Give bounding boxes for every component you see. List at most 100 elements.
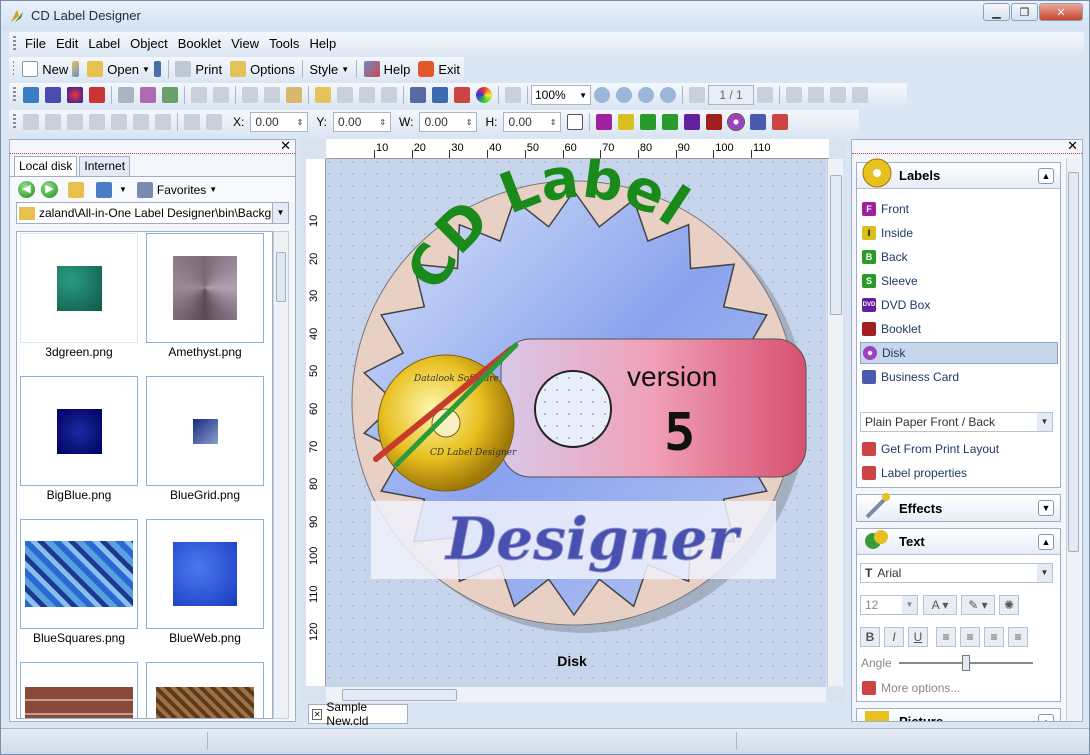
close-panel-icon[interactable]: ✕ xyxy=(280,138,291,154)
bold-button[interactable]: B xyxy=(860,627,880,647)
menu-edit[interactable]: Edit xyxy=(51,33,83,55)
rotate-left-icon[interactable] xyxy=(830,87,846,103)
disk-icon[interactable] xyxy=(727,113,746,131)
send-back-icon[interactable] xyxy=(206,114,222,130)
redo-icon[interactable] xyxy=(213,87,229,103)
tab-local-disk[interactable]: Local disk xyxy=(14,156,78,176)
chevron-up-icon[interactable]: ▲ xyxy=(1038,168,1054,184)
front-label-icon[interactable] xyxy=(596,114,613,130)
business-card-icon[interactable] xyxy=(750,114,767,130)
get-from-print-layout-link[interactable]: Get From Print Layout xyxy=(860,438,1058,460)
labels-header[interactable]: Labels ▲ xyxy=(857,158,1060,189)
ungroup-icon[interactable] xyxy=(337,87,353,103)
distribute-icon[interactable] xyxy=(155,114,171,130)
up-folder-icon[interactable] xyxy=(68,181,84,198)
menu-view[interactable]: View xyxy=(226,33,264,55)
menu-booklet[interactable]: Booklet xyxy=(173,33,226,55)
list-item[interactable] xyxy=(20,376,138,486)
highlight-color-button[interactable]: ✎ ▾ xyxy=(961,595,995,615)
justify-button[interactable]: ≡ xyxy=(1008,627,1028,647)
toolbar-grip[interactable] xyxy=(13,87,16,103)
scroll-thumb[interactable] xyxy=(1068,172,1079,552)
close-panel-icon[interactable]: ✕ xyxy=(1067,140,1078,154)
close-button[interactable]: ✕ xyxy=(1039,3,1083,21)
list-item[interactable] xyxy=(20,662,138,718)
zoom-select[interactable]: 100% ▼ xyxy=(531,85,591,105)
list-item[interactable] xyxy=(20,233,138,343)
label-page[interactable]: version 5 CD Label Designer Datalook Sof… xyxy=(326,146,826,686)
view-mode-icon[interactable] xyxy=(96,181,112,198)
minimize-button[interactable]: ▁ xyxy=(983,3,1010,21)
align-right-button[interactable]: ≡ xyxy=(984,627,1004,647)
font-select[interactable]: T Arial ▼ xyxy=(860,563,1053,583)
options-button[interactable]: Options xyxy=(226,58,299,80)
underline-button[interactable]: U xyxy=(908,627,928,647)
picture-header[interactable]: Picture ▲ xyxy=(857,709,1060,721)
paper-type-select[interactable]: Plain Paper Front / Back ▼ xyxy=(860,412,1053,432)
copy-icon[interactable] xyxy=(264,87,280,103)
align-left-icon[interactable] xyxy=(23,114,39,130)
chevron-down-icon[interactable]: ▼ xyxy=(1038,500,1054,516)
open-button[interactable]: Open ▼ xyxy=(83,58,154,80)
dvd-box-icon[interactable] xyxy=(684,114,701,130)
import-icon[interactable] xyxy=(410,87,426,103)
paste-icon[interactable] xyxy=(286,87,302,103)
list-item[interactable] xyxy=(146,233,264,343)
thumbnail-scrollbar[interactable] xyxy=(273,231,289,719)
zoom-fit-icon[interactable] xyxy=(660,87,676,103)
remove-page-icon[interactable] xyxy=(808,87,824,103)
menu-object[interactable]: Object xyxy=(125,33,173,55)
favorites-button[interactable]: Favorites xyxy=(157,183,206,197)
angle-slider-thumb[interactable] xyxy=(962,655,970,671)
version-text[interactable]: version xyxy=(627,361,717,392)
maximize-button[interactable]: ❐ xyxy=(1011,3,1038,21)
scroll-thumb[interactable] xyxy=(830,175,842,315)
zoom-out-icon[interactable] xyxy=(616,87,632,103)
properties-scrollbar[interactable] xyxy=(1066,158,1080,721)
disk-artwork[interactable]: version 5 CD Label Designer Datalook Sof… xyxy=(326,146,826,686)
menu-tools[interactable]: Tools xyxy=(264,33,304,55)
text-header[interactable]: Text ▲ xyxy=(857,529,1060,555)
list-item[interactable] xyxy=(146,376,264,486)
width-input[interactable]: 0.00 ⇕ xyxy=(419,112,478,132)
rotate-right-icon[interactable] xyxy=(852,87,868,103)
chevron-up-icon[interactable]: ▲ xyxy=(1038,714,1054,721)
x-input[interactable]: 0.00 ⇕ xyxy=(250,112,309,132)
designer-text[interactable]: Designer xyxy=(444,505,744,574)
version-number[interactable]: 5 xyxy=(664,403,695,463)
chevron-down-icon[interactable]: ▼ xyxy=(209,185,217,194)
label-item-sleeve[interactable]: S Sleeve xyxy=(860,270,1058,292)
chevron-down-icon[interactable]: ▼ xyxy=(272,203,288,223)
label-item-dvd-box[interactable]: DVD DVD Box xyxy=(860,294,1058,316)
align-bottom-icon[interactable] xyxy=(133,114,149,130)
align-center-button[interactable]: ≡ xyxy=(960,627,980,647)
add-page-icon[interactable] xyxy=(786,87,802,103)
help-button[interactable]: Help xyxy=(360,58,415,80)
list-item[interactable] xyxy=(20,519,138,629)
close-tab-icon[interactable]: ✕ xyxy=(312,708,323,720)
label-properties-link[interactable]: Label properties xyxy=(860,462,1058,484)
back-label-icon[interactable] xyxy=(640,114,657,130)
align-icon[interactable] xyxy=(359,87,375,103)
label-item-front[interactable]: F Front xyxy=(860,198,1058,220)
font-size-select[interactable]: 12 ▼ xyxy=(860,595,918,615)
back-arrow-icon[interactable]: ◀ xyxy=(18,181,35,198)
bring-front-icon[interactable] xyxy=(184,114,200,130)
label-item-business-card[interactable]: Business Card xyxy=(860,366,1058,388)
shape-tool-icon[interactable] xyxy=(67,87,83,103)
sleeve-label-icon[interactable] xyxy=(662,114,679,130)
height-input[interactable]: 0.00 ⇕ xyxy=(503,112,562,132)
list-item[interactable] xyxy=(146,662,264,718)
zoom-in-icon[interactable] xyxy=(594,87,610,103)
effects-header[interactable]: Effects ▼ xyxy=(857,493,1060,521)
table-icon[interactable] xyxy=(454,87,470,103)
list-item[interactable] xyxy=(146,519,264,629)
forward-arrow-icon[interactable]: ▶ xyxy=(41,181,58,198)
canvas-vertical-scrollbar[interactable] xyxy=(827,159,843,686)
label-item-back[interactable]: B Back xyxy=(860,246,1058,268)
select-all-icon[interactable] xyxy=(140,87,156,103)
scroll-thumb[interactable] xyxy=(276,252,286,302)
align-right-icon[interactable] xyxy=(67,114,83,130)
path-combobox[interactable]: zaland\All-in-One Label Designer\bin\Bac… xyxy=(16,202,289,224)
label-properties-icon[interactable] xyxy=(772,114,789,130)
